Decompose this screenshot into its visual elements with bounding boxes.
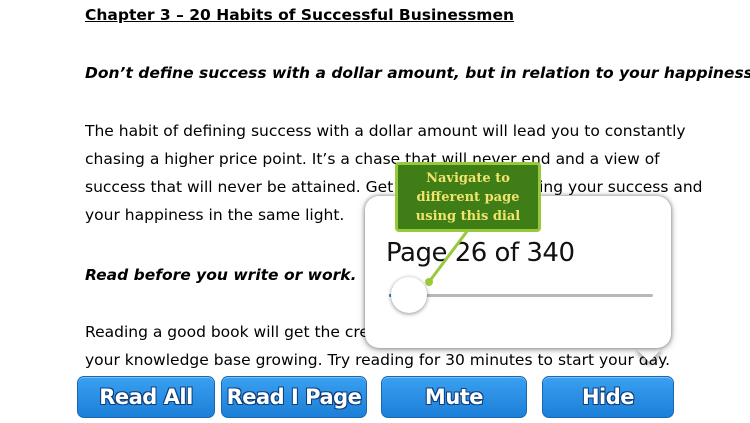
subheading-success: Don’t define success with a dollar amoun… <box>85 64 750 82</box>
page-slider-thumb[interactable] <box>391 277 428 313</box>
paragraph-line: success that will never be attained. Get… <box>85 178 703 196</box>
paragraph-line: chasing a higher price point. It’s a cha… <box>85 150 660 168</box>
read-all-button[interactable]: Read All <box>77 376 215 418</box>
mute-button[interactable]: Mute <box>381 376 527 418</box>
navigate-tooltip: Navigate to different page using this di… <box>395 162 541 232</box>
chapter-title: Chapter 3 – 20 Habits of Successful Busi… <box>85 6 514 24</box>
tooltip-text: Navigate to different page using this di… <box>415 170 521 224</box>
subheading-read: Read before you write or work. <box>85 266 357 284</box>
page-slider-track[interactable] <box>389 294 653 297</box>
read-page-label: Read I Page <box>226 385 362 409</box>
paragraph-line: your happiness in the same light. <box>85 206 345 224</box>
paragraph-line: The habit of defining success with a dol… <box>85 122 686 140</box>
read-page-button[interactable]: Read I Page <box>221 376 367 418</box>
mute-label: Mute <box>424 385 484 409</box>
read-all-label: Read All <box>99 385 193 409</box>
paragraph-line: your knowledge base growing. Try reading… <box>85 351 670 369</box>
page-indicator: Page 26 of 340 <box>386 238 575 268</box>
hide-label: Hide <box>581 385 635 409</box>
hide-button[interactable]: Hide <box>542 376 674 418</box>
